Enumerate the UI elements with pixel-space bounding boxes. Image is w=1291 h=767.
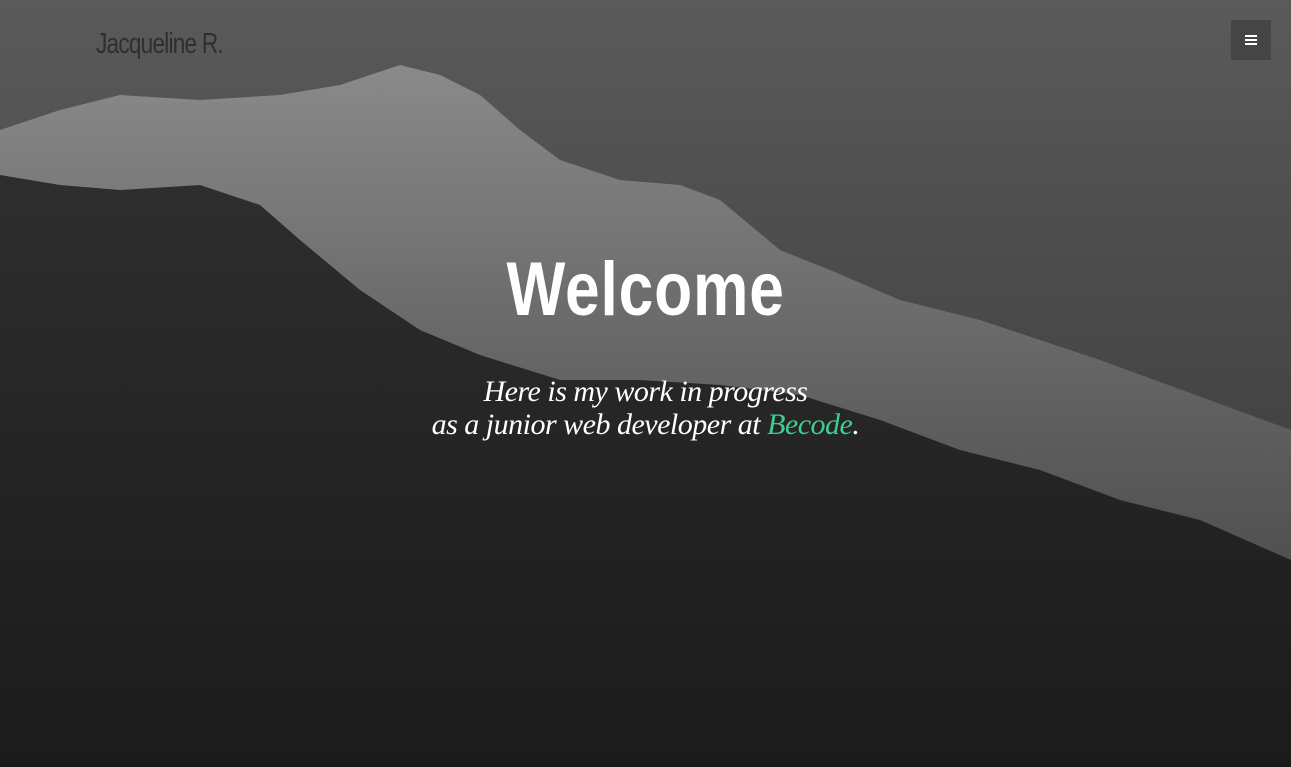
site-brand-name[interactable]: Jacqueline R.	[96, 28, 224, 61]
line-2-suffix: .	[852, 408, 860, 441]
hero-subtitle-line-2: as a junior web developer at Becode.	[0, 408, 1291, 441]
hero-title: Welcome	[506, 247, 785, 332]
hero-subtitle-line-1: Here is my work in progress	[483, 375, 808, 408]
hero-subtitle: Here is my work in progress as a junior …	[0, 375, 1291, 441]
menu-toggle-button[interactable]	[1231, 20, 1271, 60]
hamburger-menu-icon	[1245, 35, 1257, 45]
becode-link[interactable]: Becode	[767, 408, 853, 441]
hero-section: Welcome Here is my work in progress as a…	[0, 245, 1291, 441]
line-2-prefix: as a junior web developer at	[431, 408, 768, 441]
